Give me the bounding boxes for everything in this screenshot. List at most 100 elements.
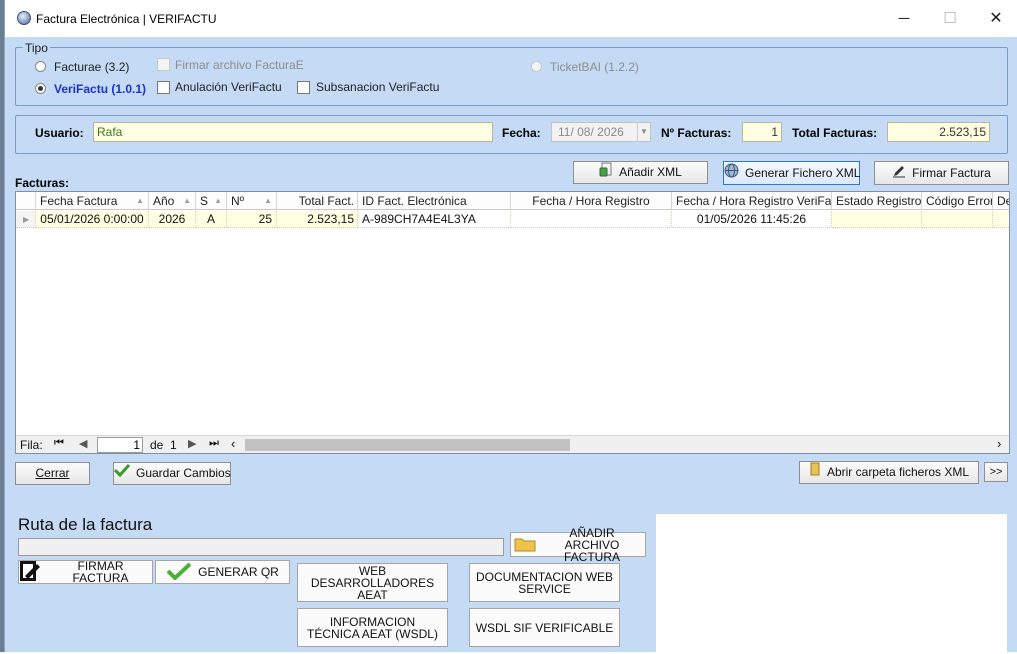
documentacion-label: DOCUMENTACION WEB SERVICE bbox=[475, 569, 614, 596]
col-header-fecha-registro-verifactu[interactable]: Fecha / Hora Registro VeriFa... bbox=[672, 192, 832, 210]
cell-s[interactable]: A bbox=[196, 211, 227, 228]
fecha-label: Fecha: bbox=[502, 126, 541, 140]
firmar-factura-button[interactable]: Firmar Factura bbox=[874, 161, 1009, 185]
sort-up-icon: ▲ bbox=[183, 196, 191, 205]
guardar-cambios-button[interactable]: Guardar Cambios bbox=[113, 462, 231, 485]
anadir-archivo-label: AÑADIR ARCHIVO FACTURA bbox=[563, 525, 620, 564]
col-header-codigo-error[interactable]: Código Error bbox=[922, 192, 993, 210]
usuario-label: Usuario: bbox=[35, 126, 84, 140]
documentacion-button[interactable]: DOCUMENTACION WEB SERVICE bbox=[469, 563, 620, 602]
fecha-date-field[interactable]: 11/ 08/ 2026 bbox=[551, 122, 651, 142]
scroll-left-icon[interactable]: ‹ bbox=[231, 436, 235, 451]
generar-fichero-xml-button[interactable]: Generar Fichero XML bbox=[723, 161, 860, 185]
previous-record-icon[interactable]: ◀ bbox=[79, 437, 87, 450]
last-record-icon[interactable]: ⏭ bbox=[209, 437, 219, 450]
col-header-s[interactable]: S ▲ bbox=[196, 192, 227, 210]
scrollbar-thumb[interactable] bbox=[245, 439, 570, 451]
col-header-id-electronica[interactable]: ID Fact. Electrónica bbox=[358, 192, 511, 210]
informacion-tecnica-button[interactable]: INFORMACION TÉCNICA AEAT (WSDL) bbox=[297, 608, 448, 647]
web-desarrolladores-button[interactable]: WEB DESARROLLADORES AEAT bbox=[297, 563, 448, 602]
cell-fecha-registro[interactable] bbox=[511, 211, 672, 228]
cerrar-button[interactable]: Cerrar bbox=[15, 462, 90, 485]
col-header-label: Año bbox=[153, 194, 175, 208]
firmar-archivo-label: Firmar archivo FacturaE bbox=[175, 58, 304, 72]
firmar-factura-big-label: FIRMAR FACTURA bbox=[72, 559, 129, 585]
verifactu-label[interactable]: VeriFactu (1.0.1) bbox=[54, 82, 146, 96]
facturae-radio[interactable] bbox=[35, 61, 46, 72]
generar-fichero-xml-label: Generar Fichero XML bbox=[745, 166, 861, 180]
col-header-label: Nº bbox=[231, 194, 245, 208]
col-header-de[interactable]: De bbox=[993, 192, 1009, 210]
cell-numero[interactable]: 25 bbox=[227, 211, 277, 228]
ticketbai-label: TicketBAI (1.2.2) bbox=[550, 60, 639, 74]
cell-total[interactable]: 2.523,15 bbox=[277, 211, 358, 228]
firmar-archivo-checkbox[interactable] bbox=[157, 58, 170, 71]
folder-icon bbox=[809, 462, 821, 483]
subsanacion-checkbox[interactable] bbox=[297, 81, 310, 94]
anulacion-label[interactable]: Anulación VeriFactu bbox=[175, 80, 282, 94]
cell-de[interactable] bbox=[993, 211, 1009, 228]
folder-icon bbox=[514, 536, 536, 554]
anulacion-checkbox[interactable] bbox=[157, 81, 170, 94]
cell-id-electronica[interactable]: A-989CH7A4E4L3YA bbox=[358, 211, 511, 228]
abrir-carpeta-button[interactable]: Abrir carpeta ficheros XML bbox=[799, 461, 979, 484]
tipo-legend: Tipo bbox=[23, 41, 50, 55]
cell-fecha-factura[interactable]: 05/01/2026 0:00:00 bbox=[36, 211, 149, 228]
anadir-xml-button[interactable]: Añadir XML bbox=[573, 161, 708, 184]
col-header-numero[interactable]: Nº ▲ bbox=[227, 192, 277, 210]
cell-fecha-registro-verifactu[interactable]: 01/05/2026 11:45:26 bbox=[672, 211, 832, 228]
window-title: Factura Electrónica | VERIFACTU bbox=[36, 12, 217, 26]
verifactu-radio[interactable] bbox=[35, 83, 46, 94]
row-selector-icon[interactable]: ▶ bbox=[16, 211, 36, 228]
col-header-estado-registro[interactable]: Estado Registro bbox=[832, 192, 922, 210]
total-facturas-label: Total Facturas: bbox=[792, 126, 878, 140]
facturas-grid[interactable]: Fecha Factura ▲ Año ▲ S ▲ Nº ▲ Total Fact. I… bbox=[15, 191, 1010, 454]
next-record-icon[interactable]: ▶ bbox=[188, 437, 196, 450]
chevron-down-icon[interactable]: ▼ bbox=[637, 123, 650, 141]
total-facturas-field[interactable]: 2.523,15 bbox=[887, 122, 990, 142]
firmar-factura-big-button[interactable]: FIRMAR FACTURA bbox=[18, 560, 153, 584]
first-record-icon[interactable]: ⏮ bbox=[54, 437, 64, 450]
abrir-carpeta-label: Abrir carpeta ficheros XML bbox=[826, 465, 970, 479]
scroll-right-icon[interactable]: › bbox=[997, 436, 1001, 451]
guardar-cambios-label: Guardar Cambios bbox=[136, 466, 231, 480]
close-window-button[interactable]: ✕ bbox=[973, 6, 1017, 32]
cell-codigo-error[interactable] bbox=[922, 211, 993, 228]
anadir-archivo-button[interactable]: AÑADIR ARCHIVO FACTURA bbox=[510, 527, 646, 563]
col-header-ano[interactable]: Año ▲ bbox=[149, 192, 196, 210]
nfacturas-field[interactable]: 1 bbox=[742, 122, 782, 142]
fila-label: Fila: bbox=[20, 438, 43, 452]
generar-qr-button[interactable]: GENERAR QR bbox=[155, 560, 290, 584]
current-record-input[interactable]: 1 bbox=[97, 437, 143, 453]
ticketbai-radio[interactable] bbox=[531, 61, 542, 72]
col-header-total[interactable]: Total Fact. bbox=[277, 192, 358, 210]
sort-up-icon: ▲ bbox=[264, 196, 272, 205]
col-header-fecha-registro[interactable]: Fecha / Hora Registro bbox=[511, 192, 672, 210]
sort-up-icon: ▲ bbox=[136, 196, 144, 205]
usuario-field[interactable]: Rafa bbox=[93, 122, 493, 142]
qr-preview-area bbox=[656, 514, 1007, 654]
col-header-fecha-factura[interactable]: Fecha Factura ▲ bbox=[36, 192, 149, 210]
app-window: Factura Electrónica | VERIFACTU ─ ☐ ✕ Ti… bbox=[4, 0, 1017, 654]
more-button[interactable]: >> bbox=[984, 462, 1008, 482]
wsdl-sif-button[interactable]: WSDL SIF VERIFICABLE bbox=[469, 608, 620, 647]
anadir-xml-label: Añadir XML bbox=[619, 165, 682, 180]
maximize-button[interactable]: ☐ bbox=[927, 6, 973, 32]
title-bar: Factura Electrónica | VERIFACTU ─ ☐ ✕ bbox=[5, 0, 1017, 37]
tipo-groupbox bbox=[15, 47, 1008, 106]
total-records-label: 1 bbox=[170, 438, 177, 452]
col-header-label: Fecha Factura bbox=[40, 194, 118, 208]
subsanacion-label[interactable]: Subsanacion VeriFactu bbox=[316, 80, 439, 94]
sort-up-icon: ▲ bbox=[214, 196, 222, 205]
checkmark-icon bbox=[113, 463, 131, 484]
firmar-factura-label: Firmar Factura bbox=[912, 166, 991, 180]
pen-icon bbox=[892, 163, 906, 185]
nfacturas-label: Nº Facturas: bbox=[661, 126, 732, 140]
facturae-label[interactable]: Facturae (3.2) bbox=[54, 60, 129, 74]
minimize-button[interactable]: ─ bbox=[881, 6, 927, 32]
cell-ano[interactable]: 2026 bbox=[149, 211, 196, 228]
cell-estado-registro[interactable] bbox=[832, 211, 922, 228]
add-document-icon bbox=[599, 162, 613, 184]
wsdl-sif-label: WSDL SIF VERIFICABLE bbox=[475, 620, 614, 635]
ruta-input[interactable] bbox=[18, 538, 504, 556]
